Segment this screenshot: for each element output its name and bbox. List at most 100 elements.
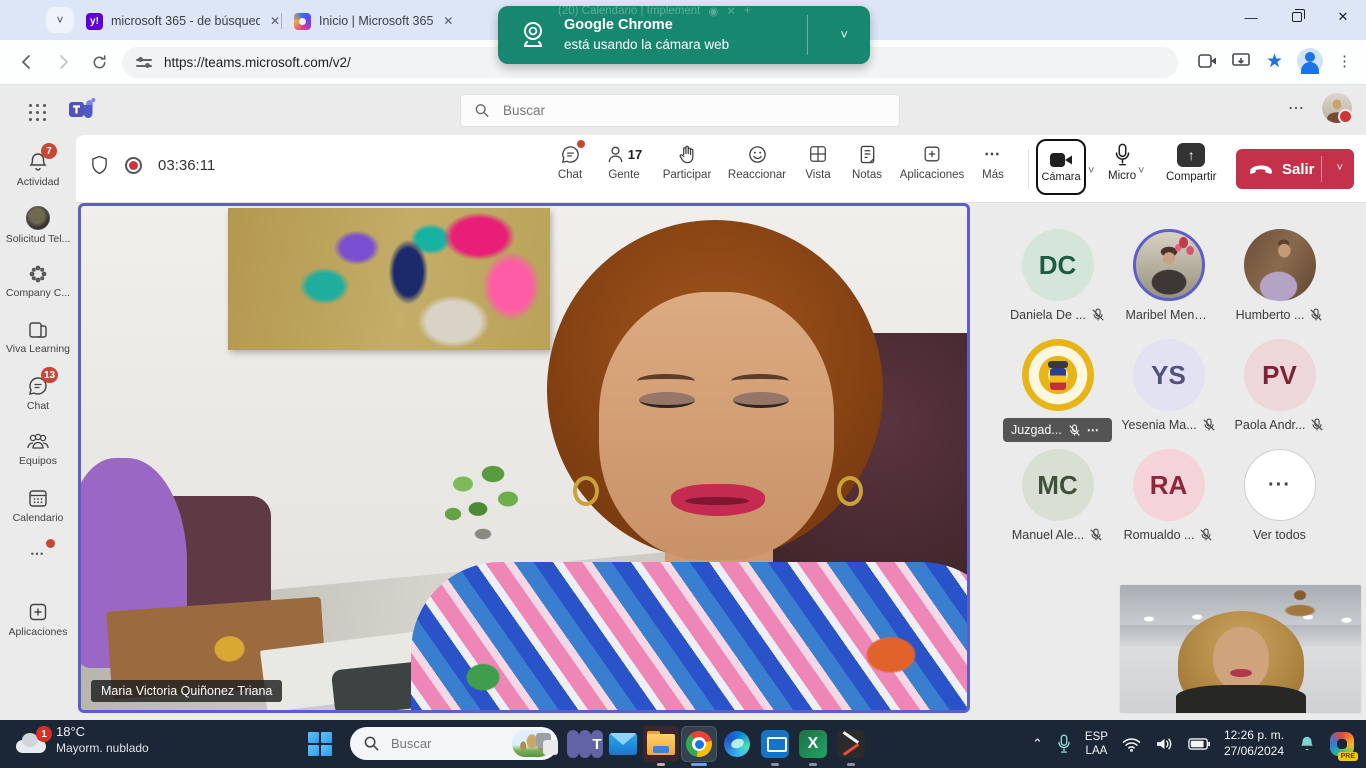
toolbar-notes-button[interactable]: Notas (844, 142, 890, 181)
chat-alert-dot (577, 140, 585, 148)
browser-profile-avatar[interactable] (1297, 48, 1323, 74)
bookmark-star-icon[interactable]: ★ (1266, 50, 1283, 73)
speaker-name-label: Maria Victoria Quiñonez Triana (91, 680, 282, 702)
sidebar-item-company[interactable]: Company C... (0, 253, 76, 309)
tray-overflow-chevron[interactable]: ⌃ (1032, 736, 1043, 752)
back-icon[interactable] (16, 51, 38, 73)
excel-button[interactable]: X (795, 726, 831, 762)
battery-icon[interactable] (1188, 738, 1210, 750)
tab-label: microsoft 365 - de búsqueda (111, 14, 260, 28)
reload-icon[interactable] (88, 51, 110, 73)
snipping-tool-button[interactable] (833, 726, 869, 762)
tab-close-icon[interactable]: ✕ (268, 14, 282, 28)
participant-tile[interactable]: MC Manuel Ale... (1002, 449, 1113, 559)
participant-tile[interactable]: YS Yesenia Ma... (1113, 339, 1224, 449)
window-restore-button[interactable] (1274, 0, 1320, 34)
sidebar-item-equipos[interactable]: Equipos (0, 421, 76, 477)
participant-tile[interactable]: Humberto ... (1224, 229, 1335, 339)
teams-search-box[interactable] (460, 94, 900, 127)
self-view-video[interactable] (1120, 585, 1361, 713)
participant-more-icon[interactable]: ⋯ (1087, 423, 1100, 437)
volume-icon[interactable] (1155, 736, 1174, 752)
teams-logo (68, 97, 96, 123)
mail-button[interactable] (605, 726, 641, 762)
tab-inicio-microsoft365[interactable]: Inicio | Microsoft 365 ✕ (294, 8, 494, 34)
toolbar-people-button[interactable]: 17 Gente (596, 142, 652, 181)
chrome-button[interactable] (681, 726, 717, 762)
sidebar-item-actividad[interactable]: 7 Actividad (0, 141, 76, 197)
window-close-button[interactable]: ✕ (1320, 0, 1366, 34)
participant-tile-juzgado[interactable]: Juzgad... ⋯ (1002, 339, 1113, 449)
open-in-window-icon[interactable] (1232, 53, 1252, 70)
toolbar-more-button[interactable]: ⋯ Más (974, 142, 1012, 181)
toolbar-view-button[interactable]: Vista (796, 142, 840, 181)
teams-taskbar-button[interactable]: T (567, 726, 603, 762)
camera-toggle-button[interactable]: Cámara (1036, 139, 1086, 195)
tab-search-chevron-icon[interactable]: ˅ (46, 7, 74, 33)
shield-icon[interactable] (90, 155, 109, 176)
leave-button[interactable]: Salir ˅ (1236, 149, 1354, 189)
participant-tile[interactable]: RA Romualdo ... (1113, 449, 1224, 559)
mic-off-icon (1068, 424, 1081, 437)
wifi-icon[interactable] (1122, 737, 1141, 752)
toolbar-raise-hand-button[interactable]: Participar (656, 142, 718, 181)
language-indicator[interactable]: ESPLAA (1085, 730, 1108, 759)
notification-bell-icon[interactable] (1298, 735, 1316, 753)
participant-tile[interactable]: DC Daniela De ... (1002, 229, 1113, 339)
view-grid-icon (808, 144, 828, 164)
participant-tile[interactable]: PV Paola Andr... (1224, 339, 1335, 449)
toolbar-react-button[interactable]: Reaccionar (722, 142, 792, 181)
main-video-tile[interactable]: Maria Victoria Quiñonez Triana (78, 203, 970, 713)
juzgado-label-pill[interactable]: Juzgad... ⋯ (1003, 418, 1112, 442)
weather-widget[interactable]: 1 18°C Mayorm. nublado (14, 724, 149, 756)
see-all-dots-icon: ··· (1244, 449, 1316, 521)
sidebar-item-chat[interactable]: 13 Chat (0, 365, 76, 421)
camera-in-use-icon[interactable] (1198, 53, 1218, 69)
clock[interactable]: 12:26 p. m.27/06/2024 (1224, 728, 1284, 759)
sidebar-more-apps[interactable]: ⋯ (0, 533, 76, 573)
leave-options-chevron[interactable]: ˅ (1337, 162, 1343, 174)
taskbar-search-input[interactable] (389, 735, 499, 752)
teams-header-more-icon[interactable]: ⋯ (1288, 98, 1304, 118)
task-view-button[interactable] (529, 726, 565, 762)
sidebar-item-calendario[interactable]: Calendario (0, 477, 76, 533)
sidebar-item-solicitud[interactable]: Solicitud Tel... (0, 197, 76, 253)
sidebar-item-viva-learning[interactable]: Viva Learning (0, 309, 76, 365)
share-button[interactable]: ↑ Compartir (1166, 143, 1216, 183)
tab-divider (281, 13, 282, 29)
sidebar-item-aplicaciones[interactable]: Aplicaciones (0, 591, 76, 647)
teams-app: ⋯ 7 Actividad Solicitud Tel... Company C… (0, 85, 1366, 720)
scanner-app-button[interactable] (757, 726, 793, 762)
forward-icon[interactable] (52, 51, 74, 73)
site-settings-icon[interactable] (136, 55, 152, 71)
camera-options-chevron[interactable]: ˅ (1088, 165, 1094, 177)
cloud-icon: 1 (14, 732, 48, 756)
speaker-face (599, 292, 834, 560)
edge-button[interactable] (719, 726, 755, 762)
mic-off-icon (1310, 418, 1324, 432)
tray-mic-icon[interactable] (1057, 734, 1071, 754)
self-face (1213, 627, 1269, 691)
teams-search-input[interactable] (501, 102, 885, 119)
teams-user-avatar[interactable] (1322, 93, 1352, 123)
camera-usage-notification[interactable]: (20) Calendario | Implement◉✕+ Google Ch… (498, 6, 870, 64)
window-minimize-button[interactable]: — (1228, 0, 1274, 34)
file-explorer-button[interactable] (643, 726, 679, 762)
tab-microsoft365-search[interactable]: y! microsoft 365 - de búsqueda ✕ (86, 8, 282, 34)
notification-expand-icon[interactable]: ˅ (840, 27, 848, 42)
mail-icon (609, 733, 637, 755)
participant-tile[interactable]: Maribel Mendo... (1113, 229, 1224, 339)
mic-toggle-button[interactable]: Micro (1108, 143, 1136, 182)
start-button[interactable] (308, 732, 332, 756)
taskbar-search-box[interactable] (350, 727, 558, 760)
mic-options-chevron[interactable]: ˅ (1138, 165, 1144, 177)
toolbar-chat-button[interactable]: Chat (548, 142, 592, 181)
tab-close-icon[interactable]: ✕ (441, 14, 455, 28)
search-icon (364, 736, 379, 751)
waffle-menu-icon[interactable] (26, 101, 46, 121)
see-all-tile[interactable]: ··· Ver todos (1224, 449, 1335, 559)
toolbar-apps-button[interactable]: Aplicaciones (894, 142, 970, 181)
hangup-icon (1248, 163, 1274, 175)
copilot-icon[interactable]: PRE (1330, 732, 1354, 756)
browser-menu-icon[interactable]: ⋮ (1337, 52, 1352, 70)
